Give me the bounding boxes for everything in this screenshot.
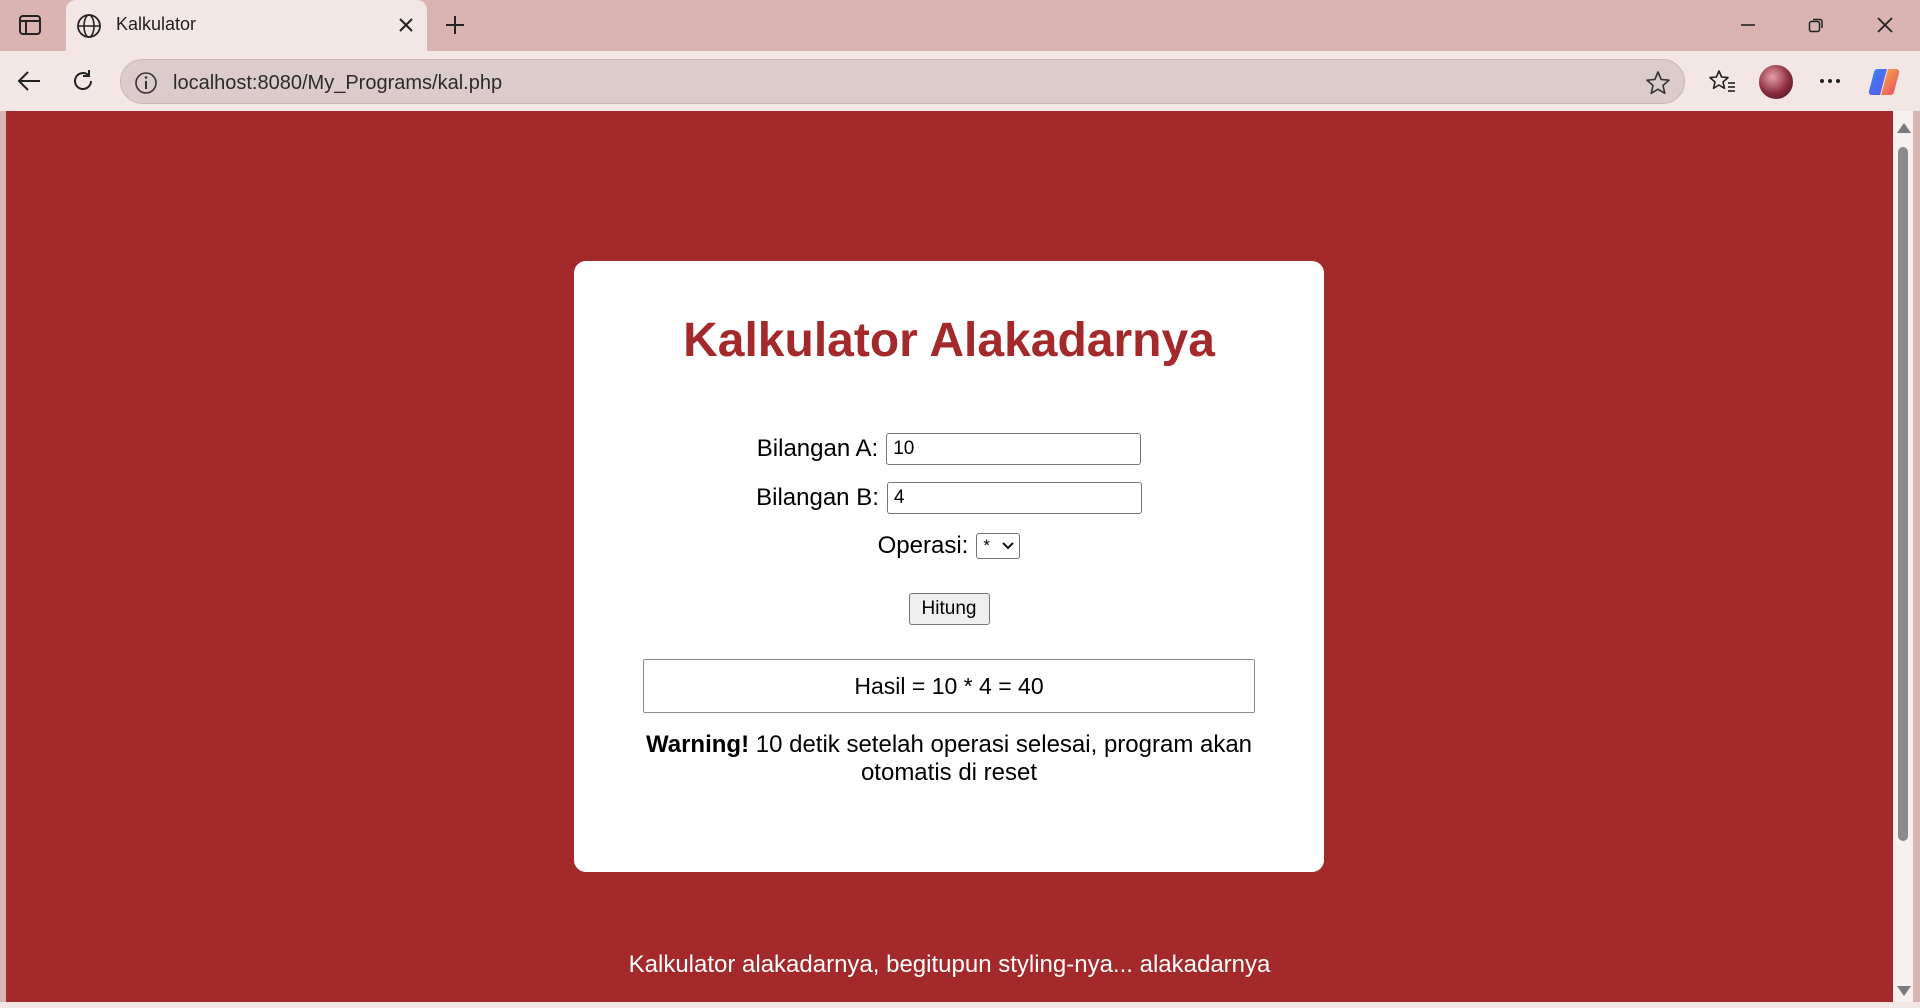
chevron-down-icon <box>1001 536 1015 556</box>
calculator-card: Kalkulator Alakadarnya Bilangan A: Bilan… <box>574 261 1324 872</box>
operation-select[interactable]: * <box>976 533 1021 559</box>
footer-text: Kalkulator alakadarnya, begitupun stylin… <box>628 951 1271 978</box>
scroll-up-arrow-icon[interactable] <box>1897 123 1911 133</box>
warning-line1: 10 detik setelah operasi selesai, progra… <box>749 731 1253 758</box>
close-icon[interactable] <box>393 12 419 38</box>
window-bottom-edge <box>0 1002 1920 1008</box>
field-a-label: Bilangan A: <box>756 435 879 462</box>
favorites-icon[interactable] <box>1705 64 1739 98</box>
avatar[interactable] <box>1757 63 1795 101</box>
globe-icon <box>76 13 102 39</box>
operation-selected-value: * <box>983 536 990 555</box>
tab-actions-icon[interactable] <box>14 12 46 38</box>
browser-title-bar: Kalkulator <box>0 0 1920 51</box>
plus-icon[interactable] <box>440 10 470 40</box>
warning-line2: otomatis di reset <box>860 759 1038 786</box>
operation-label: Operasi: <box>877 532 969 559</box>
result-box: Hasil = 10 * 4 = 40 <box>643 659 1255 713</box>
warning-label: Warning! <box>645 731 750 758</box>
page-viewport: Kalkulator Alakadarnya Bilangan A: Bilan… <box>6 111 1893 1002</box>
submit-row: Hitung <box>574 593 1324 625</box>
tab-title: Kalkulator <box>116 14 197 34</box>
vertical-scrollbar[interactable] <box>1893 111 1913 1002</box>
refresh-icon[interactable] <box>66 64 100 98</box>
restore-icon[interactable] <box>1796 10 1836 40</box>
page-title: Kalkulator Alakadarnya <box>683 314 1215 367</box>
field-a-row: Bilangan A: <box>574 433 1324 465</box>
back-icon[interactable] <box>12 64 46 98</box>
scroll-down-arrow-icon[interactable] <box>1897 986 1911 996</box>
field-b-row: Bilangan B: <box>574 482 1324 514</box>
browser-toolbar: localhost:8080/My_Programs/kal.php <box>0 51 1920 111</box>
result-text: Hasil = 10 * 4 = 40 <box>854 672 1044 699</box>
scroll-thumb[interactable] <box>1898 147 1908 841</box>
bilangan-b-input[interactable] <box>886 482 1142 514</box>
minimize-icon[interactable] <box>1728 10 1768 40</box>
star-icon[interactable] <box>1644 69 1672 97</box>
info-icon[interactable] <box>133 70 159 96</box>
address-bar[interactable]: localhost:8080/My_Programs/kal.php <box>120 59 1685 104</box>
bilangan-a-input[interactable] <box>886 433 1142 465</box>
close-window-icon[interactable] <box>1865 10 1905 40</box>
operation-row: Operasi: * <box>574 532 1324 560</box>
warning-message: Warning! 10 detik setelah operasi selesa… <box>643 731 1255 787</box>
browser-tab[interactable]: Kalkulator <box>66 0 427 51</box>
hitung-button[interactable]: Hitung <box>908 593 990 625</box>
field-b-label: Bilangan B: <box>756 484 879 511</box>
copilot-icon[interactable] <box>1867 65 1901 99</box>
more-icon[interactable] <box>1813 64 1847 98</box>
url-text[interactable]: localhost:8080/My_Programs/kal.php <box>173 72 502 95</box>
